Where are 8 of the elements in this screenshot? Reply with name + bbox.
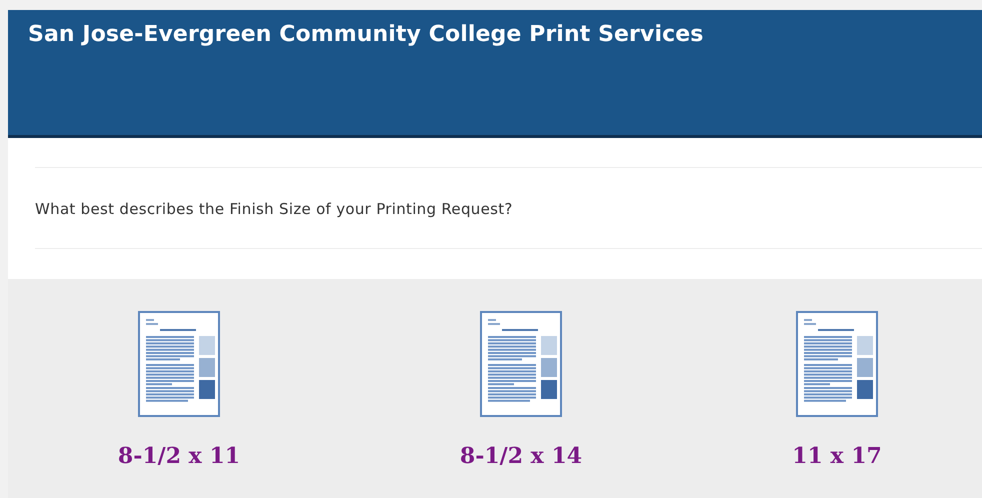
size-option[interactable]: 8-1/2 x 14: [460, 443, 582, 469]
document-icon[interactable]: [480, 311, 562, 417]
size-option[interactable]: 11 x 17: [792, 443, 882, 469]
document-icon[interactable]: [796, 311, 878, 417]
page-title: San Jose-Evergreen Community College Print Services: [28, 22, 704, 47]
question-text: What best describes the Finish Size of your Printing Request?: [34, 199, 514, 220]
size-option[interactable]: 8-1/2 x 11: [118, 443, 240, 469]
document-icon[interactable]: [138, 311, 220, 417]
